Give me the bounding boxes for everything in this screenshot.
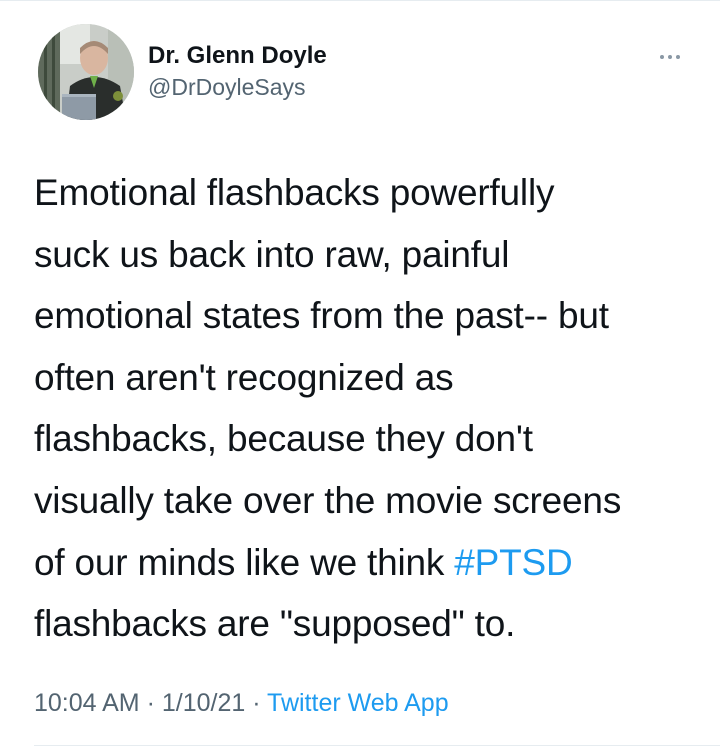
tweet-text-line: of our minds like we think <box>34 541 455 583</box>
author-handle[interactable]: @DrDoyleSays <box>148 72 327 102</box>
more-horizontal-icon-dot <box>668 55 672 59</box>
author-block: Dr. Glenn Doyle @DrDoyleSays <box>148 40 327 102</box>
tweet-metadata: 10:04 AM · 1/10/21 · Twitter Web App <box>34 686 449 720</box>
avatar-photo <box>38 24 134 120</box>
tweet-text-line-with-hashtag: of our minds like we think #PTSD <box>34 532 694 594</box>
tweet-text-line: suck us back into raw, painful <box>34 233 510 275</box>
tweet-time[interactable]: 10:04 AM <box>34 689 140 717</box>
tweet-date[interactable]: 1/10/21 <box>162 689 245 717</box>
bottom-divider <box>34 745 720 746</box>
more-horizontal-icon-dot <box>676 55 680 59</box>
avatar[interactable] <box>38 24 134 120</box>
author-display-name[interactable]: Dr. Glenn Doyle <box>148 40 327 72</box>
more-options-button[interactable] <box>650 44 690 70</box>
more-horizontal-icon <box>660 55 664 59</box>
tweet-text-line: often aren't recognized as <box>34 356 454 398</box>
tweet-card: Dr. Glenn Doyle @DrDoyleSays Emotional f… <box>0 0 720 755</box>
hashtag-link-ptsd[interactable]: #PTSD <box>454 542 572 583</box>
meta-separator: · <box>245 689 268 717</box>
tweet-text-line: flashbacks, because they don't <box>34 418 533 460</box>
tweet-text: Emotional flashbacks powerfully suck us … <box>34 162 694 655</box>
tweet-text-line: flashbacks are "supposed" to. <box>34 603 516 645</box>
tweet-text-line: emotional states from the past-- but <box>34 295 609 337</box>
tweet-source-link[interactable]: Twitter Web App <box>267 689 449 717</box>
tweet-text-line: visually take over the movie screens <box>34 479 622 521</box>
tweet-text-line: Emotional flashbacks powerfully <box>34 172 555 213</box>
meta-separator: · <box>139 689 162 717</box>
